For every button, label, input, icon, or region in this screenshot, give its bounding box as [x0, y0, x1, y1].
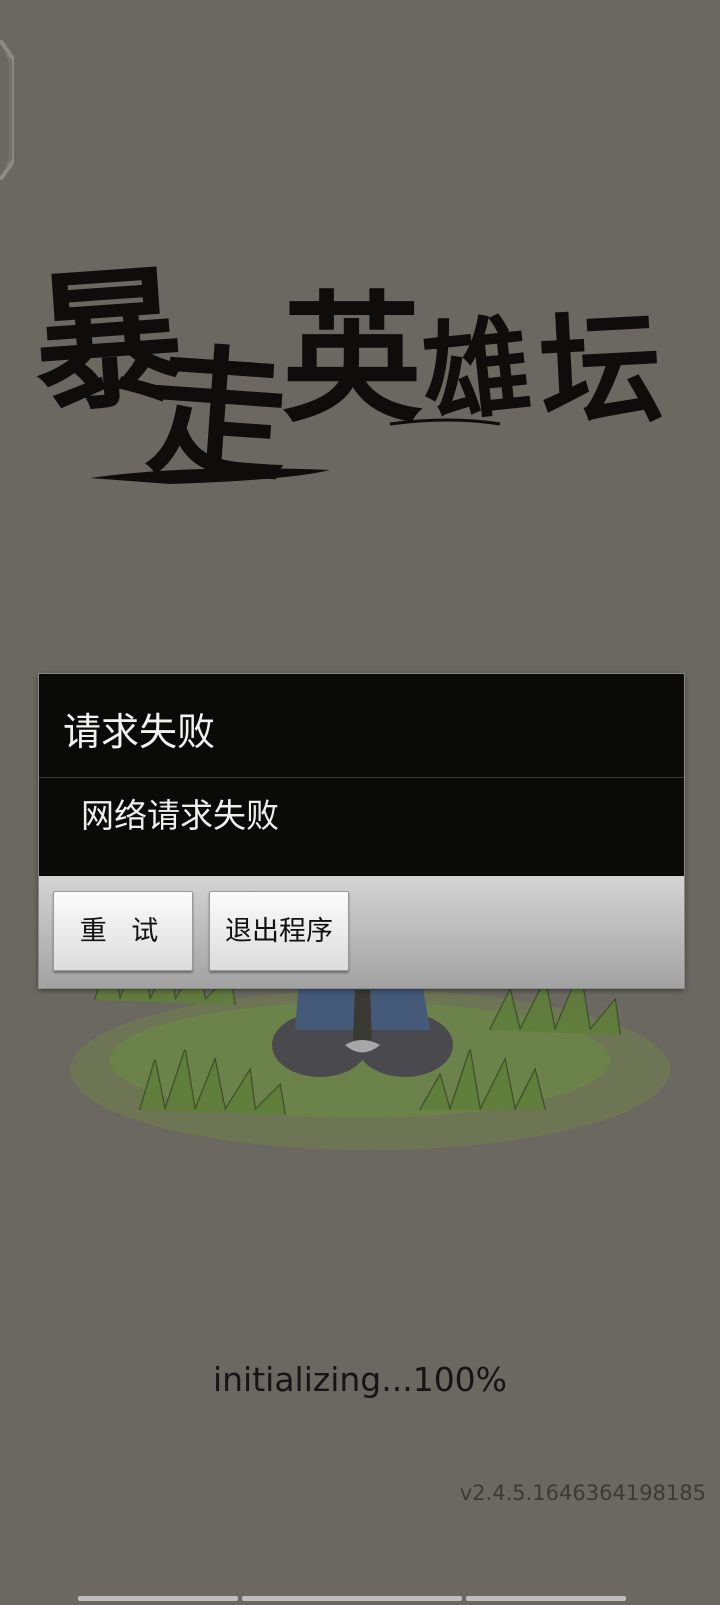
- nav-segment-right[interactable]: [466, 1596, 626, 1601]
- loading-status: initializing...100%: [212, 1360, 508, 1399]
- splash-screen: 暴 走 英 雄 坛 请求失败 网络请求失败 重 试 退出程序 initializ…: [0, 0, 720, 1605]
- nav-segment-center[interactable]: [242, 1596, 462, 1601]
- nav-segment-left[interactable]: [78, 1596, 238, 1601]
- logo-char-5: 坛: [536, 295, 665, 445]
- game-logo: 暴 走 英 雄 坛: [30, 248, 666, 490]
- logo-char-3: 英: [282, 278, 423, 442]
- version-label: v2.4.5.1646364198185: [459, 1481, 706, 1505]
- retry-button[interactable]: 重 试: [53, 891, 193, 971]
- system-nav-bar: [0, 1596, 720, 1605]
- corner-ornament-icon: [0, 40, 14, 180]
- dialog-title: 请求失败: [63, 710, 216, 754]
- dialog-button-bar: 重 试 退出程序: [39, 876, 684, 988]
- error-dialog: 请求失败 网络请求失败 重 试 退出程序: [39, 674, 684, 988]
- logo-char-2: 走: [142, 329, 293, 490]
- logo-char-4: 雄: [416, 302, 537, 439]
- dialog-message: 网络请求失败: [81, 796, 279, 835]
- exit-app-button[interactable]: 退出程序: [209, 891, 349, 971]
